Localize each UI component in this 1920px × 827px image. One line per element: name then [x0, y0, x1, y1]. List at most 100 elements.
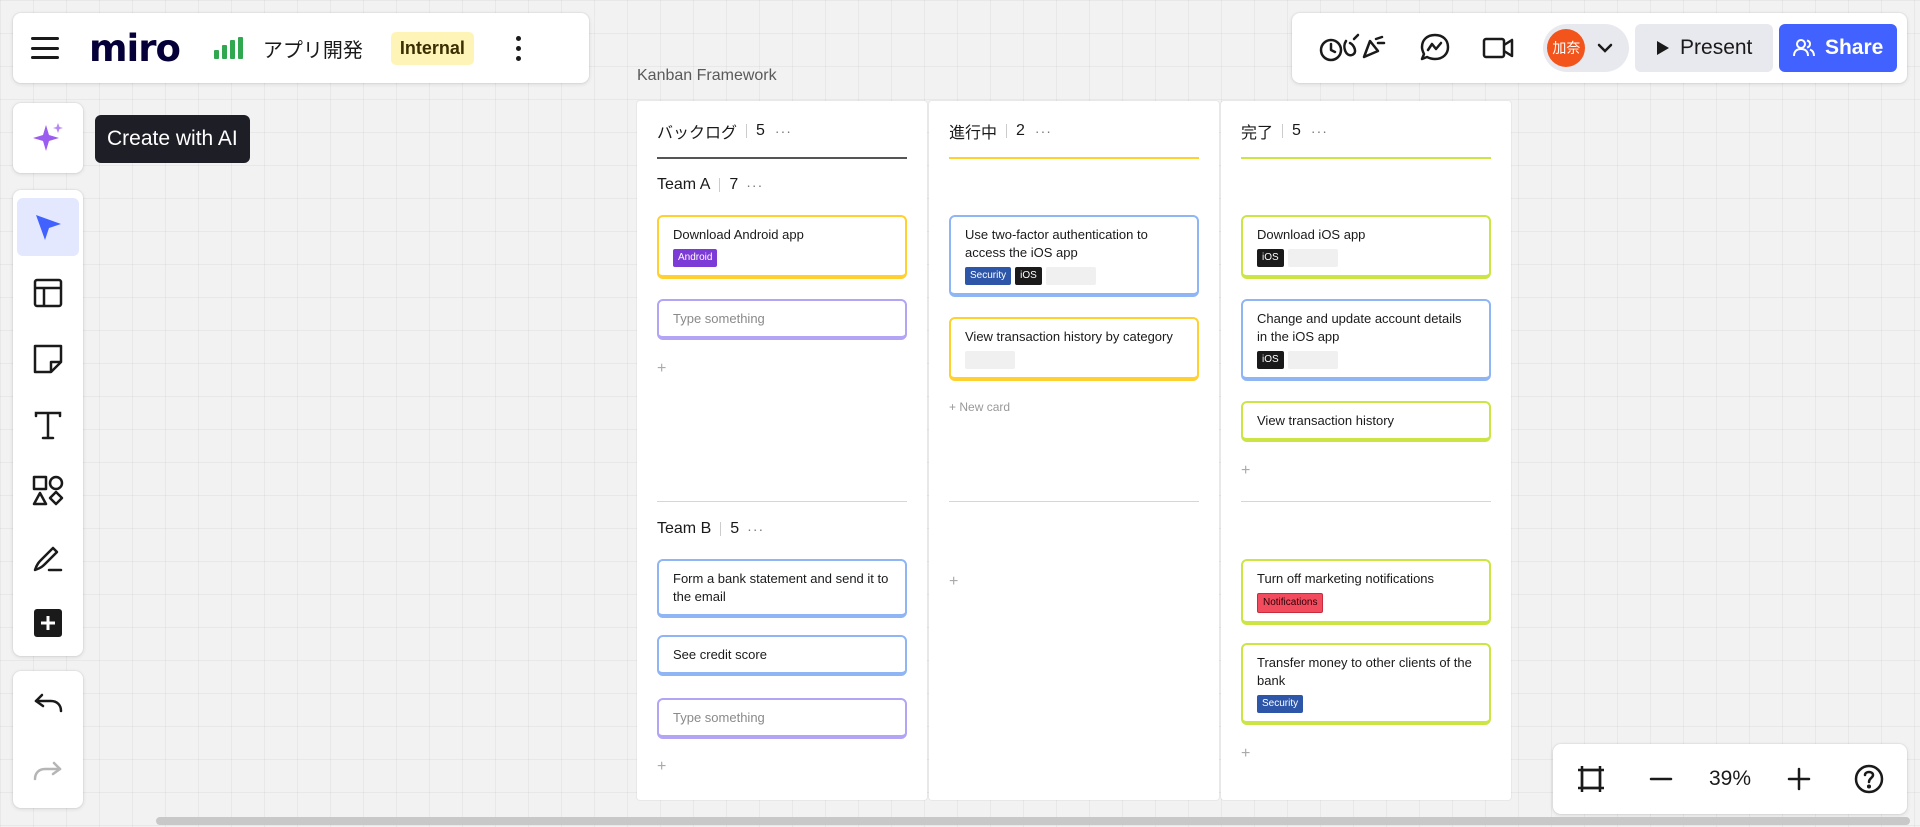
kanban-card[interactable]: Transfer money to other clients of the b…: [1241, 643, 1491, 725]
chevron-down-icon: [1598, 43, 1613, 53]
sticky-note-tool[interactable]: [17, 330, 79, 388]
kanban-card[interactable]: View transaction history: [1241, 401, 1491, 442]
new-card-label: New card: [959, 400, 1011, 414]
swimlane-header[interactable]: Team B 5 ···: [657, 520, 764, 538]
pen-tool[interactable]: [17, 528, 79, 586]
column-name: 完了: [1241, 125, 1274, 142]
new-card-button[interactable]: + New card: [949, 400, 1010, 414]
kanban-column-in-progress: 進行中 2 ··· Use two-factor authentication …: [929, 101, 1219, 800]
column-menu-icon[interactable]: ···: [1311, 123, 1328, 139]
fit-to-screen-button[interactable]: [1569, 757, 1613, 801]
main-menu-icon[interactable]: [31, 37, 59, 59]
add-card-button[interactable]: +: [1241, 745, 1250, 763]
column-header[interactable]: 進行中 2 ···: [949, 119, 1199, 143]
users-icon: [1792, 39, 1815, 57]
swimlane-name: Team A: [657, 176, 711, 193]
share-button[interactable]: Share: [1779, 24, 1897, 72]
kanban-card[interactable]: View transaction history by category: [949, 317, 1199, 381]
share-label: Share: [1824, 36, 1884, 59]
present-label: Present: [1680, 36, 1753, 59]
swimlane-count: 7: [729, 176, 739, 193]
card-text: View transaction history by category: [965, 329, 1173, 344]
card-tag: iOS: [1257, 249, 1284, 267]
card-text: Form a bank statement and send it to the…: [673, 571, 889, 604]
video-call-icon[interactable]: [1477, 26, 1520, 70]
column-header[interactable]: 完了 5 ···: [1241, 119, 1491, 143]
chat-icon[interactable]: [1414, 26, 1457, 70]
card-tag: Notifications: [1257, 593, 1324, 613]
swimlane-header[interactable]: Team A 7 ···: [657, 176, 763, 194]
zoom-level[interactable]: 39%: [1709, 767, 1751, 791]
column-header[interactable]: バックログ 5 ···: [657, 119, 907, 143]
add-card-button[interactable]: +: [949, 573, 958, 591]
kanban-card-input[interactable]: Type something: [657, 698, 907, 739]
tools-toolbar: [13, 190, 83, 656]
column-menu-icon[interactable]: ···: [1035, 123, 1052, 139]
shapes-icon: [32, 475, 64, 506]
text-icon: [34, 411, 62, 440]
card-tag-placeholder: [1287, 249, 1338, 267]
swimlane-menu-icon[interactable]: ···: [747, 521, 764, 537]
card-placeholder: Type something: [673, 710, 765, 725]
redo-icon: [33, 761, 62, 781]
board-options-icon[interactable]: [515, 35, 521, 61]
swimlane-divider: [949, 501, 1199, 502]
kanban-card[interactable]: See credit score: [657, 635, 907, 676]
card-text: See credit score: [673, 647, 767, 662]
miro-logo: miro: [89, 26, 181, 70]
fit-screen-icon: [1578, 766, 1604, 792]
column-count: 2: [1016, 122, 1025, 139]
help-icon: [1854, 764, 1884, 794]
card-text: Download iOS app: [1257, 227, 1366, 242]
create-with-ai-button[interactable]: [13, 103, 83, 173]
present-button[interactable]: Present: [1635, 24, 1774, 72]
undo-button[interactable]: [17, 677, 79, 735]
column-count: 5: [1292, 122, 1301, 139]
add-card-button[interactable]: +: [657, 758, 666, 776]
kanban-card[interactable]: Download Android app Android: [657, 215, 907, 279]
kanban-card[interactable]: Form a bank statement and send it to the…: [657, 559, 907, 618]
kanban-card[interactable]: Download iOS app iOS: [1241, 215, 1491, 279]
frame-title[interactable]: Kanban Framework: [637, 67, 777, 85]
card-text: Use two-factor authentication to access …: [965, 227, 1148, 260]
card-text: Turn off marketing notifications: [1257, 571, 1435, 586]
swimlane-divider: [657, 501, 907, 502]
select-tool[interactable]: [17, 198, 79, 256]
collaboration-toolbar: 加奈 Present Share: [1292, 13, 1907, 83]
zoom-toolbar: 39%: [1553, 744, 1907, 814]
column-name: バックログ: [657, 125, 738, 142]
sparkle-icon: [33, 123, 63, 151]
kanban-card[interactable]: Turn off marketing notifications Notific…: [1241, 559, 1491, 625]
add-card-button[interactable]: +: [657, 360, 666, 378]
help-button[interactable]: [1847, 757, 1891, 801]
card-text: Change and update account details in the…: [1257, 311, 1462, 344]
card-placeholder: Type something: [673, 311, 765, 326]
zoom-out-button[interactable]: [1639, 757, 1683, 801]
board-activity-icon: [213, 37, 243, 59]
card-tag: Security: [1257, 695, 1304, 713]
shapes-tool[interactable]: [17, 462, 79, 520]
card-tag: Security: [965, 267, 1012, 285]
zoom-in-button[interactable]: [1777, 757, 1821, 801]
horizontal-scrollbar[interactable]: [156, 817, 1910, 825]
text-tool[interactable]: [17, 396, 79, 454]
kanban-card[interactable]: Change and update account details in the…: [1241, 299, 1491, 381]
templates-tool[interactable]: [17, 264, 79, 322]
more-tools-button[interactable]: [17, 594, 79, 652]
collaborators-dropdown[interactable]: 加奈: [1543, 24, 1630, 72]
board-name[interactable]: アプリ開発: [263, 34, 363, 63]
redo-button[interactable]: [17, 743, 79, 801]
column-menu-icon[interactable]: ···: [775, 123, 792, 139]
card-tag: iOS: [1257, 351, 1284, 369]
visibility-badge[interactable]: Internal: [390, 31, 474, 65]
undo-icon: [34, 693, 63, 713]
reactions-icon[interactable]: [1314, 26, 1392, 70]
column-divider: [1241, 157, 1491, 159]
swimlane-divider: [1241, 501, 1491, 502]
card-tag: Android: [673, 249, 718, 267]
card-text: View transaction history: [1257, 413, 1395, 428]
swimlane-menu-icon[interactable]: ···: [746, 177, 763, 193]
add-card-button[interactable]: +: [1241, 462, 1250, 480]
kanban-card[interactable]: Use two-factor authentication to access …: [949, 215, 1199, 297]
kanban-card-input[interactable]: Type something: [657, 299, 907, 340]
